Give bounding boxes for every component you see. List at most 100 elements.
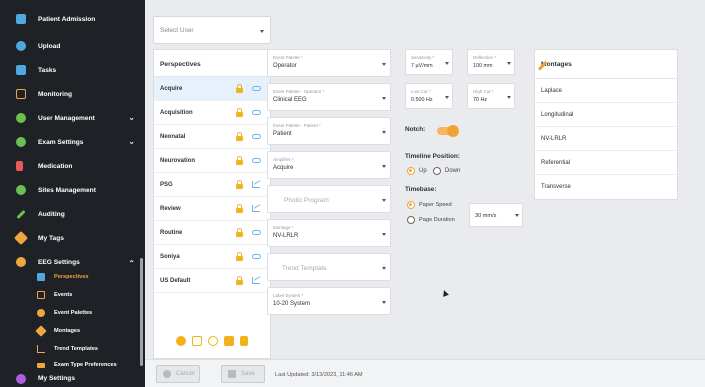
page-duration-radio[interactable] <box>407 216 415 224</box>
link-icon[interactable] <box>252 86 261 91</box>
sidebar-item-auditing[interactable]: Auditing <box>0 203 145 225</box>
perspective-row-routine[interactable]: Routine <box>154 221 270 245</box>
cancel-button[interactable]: Cancel <box>156 365 200 383</box>
chevron-down-icon: ⌄ <box>128 113 135 122</box>
sidebar-subitem-montages[interactable]: Montages <box>0 322 145 340</box>
montage-row-referential[interactable]: Referential <box>535 151 677 175</box>
sidebar-subitem-perspectives[interactable]: Perspectives <box>0 268 145 286</box>
montage-name: Longitudinal <box>541 112 574 118</box>
perspective-row-review[interactable]: Review <box>154 197 270 221</box>
caret-down-icon <box>382 267 386 270</box>
event-palette-operator-select[interactable]: Event Palette - Operator * Clinical EEG <box>267 83 391 111</box>
mouse-cursor <box>441 289 449 297</box>
montages-panel: Montages Laplace Longitudinal NV-LRLR Re… <box>534 49 678 200</box>
lock-icon[interactable] <box>236 252 243 261</box>
lock-icon[interactable] <box>236 108 243 117</box>
high-cut-select[interactable]: High Cut * 70 Hz <box>467 83 515 109</box>
perspective-row-acquisition[interactable]: Acquisition <box>154 101 270 125</box>
select-user-dropdown[interactable]: Select User <box>153 16 271 44</box>
perspective-name: Neonatal <box>160 134 186 140</box>
notch-toggle[interactable] <box>437 125 459 137</box>
caret-down-icon <box>382 233 386 236</box>
amplifier-value: Acquire <box>273 165 294 171</box>
share-icon[interactable] <box>208 336 218 346</box>
sidebar-item-monitoring[interactable]: Monitoring <box>0 83 145 105</box>
sidebar-item-upload[interactable]: Upload <box>0 35 145 57</box>
lock-icon[interactable] <box>236 156 243 165</box>
perspective-row-neurovation[interactable]: Neurovation <box>154 149 270 173</box>
sidebar-item-tasks[interactable]: Tasks <box>0 59 145 81</box>
sidebar-item-patient-admission[interactable]: Patient Admission <box>0 8 145 30</box>
sidebar-item-exam-settings[interactable]: Exam Settings ⌄ <box>0 131 145 153</box>
chart-icon[interactable] <box>252 205 260 212</box>
montage-select[interactable]: Montage * NV-LRLR <box>267 219 391 247</box>
perspective-row-acquire[interactable]: Acquire <box>154 77 270 101</box>
montage-row-transverse[interactable]: Transverse <box>535 175 677 199</box>
low-cut-select[interactable]: Low Cut * 0.500 Hz <box>405 83 453 109</box>
perspective-name: Neurovation <box>160 158 196 164</box>
event-palette-label: Event Palette * <box>273 55 303 60</box>
chart-icon[interactable] <box>252 277 260 284</box>
sensitivity-select[interactable]: Sensitivity * 7 µV/mm <box>405 49 453 75</box>
link-icon[interactable] <box>252 254 261 259</box>
perspectives-header: Perspectives <box>154 50 270 77</box>
events-icon <box>37 291 45 299</box>
perspective-row-soniya[interactable]: Soniya <box>154 245 270 269</box>
deflection-select[interactable]: Deflection * 100 mm <box>467 49 515 75</box>
event-palette-patient-select[interactable]: Event Palette - Patient * Patient <box>267 117 391 145</box>
tasks-icon <box>16 65 26 75</box>
amplifier-label: Amplifier * <box>273 157 294 162</box>
perspective-row-neonatal[interactable]: Neonatal <box>154 125 270 149</box>
sidebar-item-medication[interactable]: Medication <box>0 155 145 177</box>
perspective-row-us-default[interactable]: US Default <box>154 269 270 293</box>
chart-icon[interactable] <box>252 181 260 188</box>
link-icon[interactable] <box>252 230 261 235</box>
sidebar-scrollbar[interactable] <box>140 258 143 366</box>
paper-speed-select[interactable]: 30 mm/s <box>469 203 523 227</box>
cancel-icon <box>163 370 171 378</box>
link-icon[interactable] <box>252 158 261 163</box>
montage-row-laplace[interactable]: Laplace <box>535 79 677 103</box>
lock-icon[interactable] <box>224 336 234 346</box>
lock-icon[interactable] <box>236 228 243 237</box>
sidebar-item-my-tags[interactable]: My Tags <box>0 227 145 249</box>
amplifier-select[interactable]: Amplifier * Acquire <box>267 151 391 179</box>
trend-template-select[interactable]: Trend Template <box>267 253 391 281</box>
sidebar-subitem-events[interactable]: Events <box>0 286 145 304</box>
montage-row-nv-lrlr[interactable]: NV-LRLR <box>535 127 677 151</box>
palette-icon <box>37 309 45 317</box>
link-icon[interactable] <box>252 110 261 115</box>
lock-icon[interactable] <box>236 132 243 141</box>
paper-speed-radio[interactable] <box>407 201 415 209</box>
add-icon[interactable] <box>176 336 186 346</box>
save-button[interactable]: Save <box>221 365 265 383</box>
sidebar-item-label: Patient Admission <box>38 15 96 23</box>
timeline-up-radio[interactable] <box>407 167 415 175</box>
montage-row-longitudinal[interactable]: Longitudinal <box>535 103 677 127</box>
sidebar-item-user-management[interactable]: User Management ⌄ <box>0 107 145 129</box>
perspectives-toolbar <box>176 336 248 348</box>
lock-icon[interactable] <box>236 180 243 189</box>
copy-icon[interactable] <box>192 336 202 346</box>
lock-icon[interactable] <box>236 84 243 93</box>
lock-icon[interactable] <box>236 276 243 285</box>
sidebar-item-label: Upload <box>38 42 61 50</box>
timeline-down-label: Down <box>445 168 461 174</box>
sidebar-subitem-event-palettes[interactable]: Event Palettes <box>0 304 145 322</box>
delete-icon[interactable] <box>240 336 248 346</box>
photic-program-select[interactable]: Photic Program <box>267 185 391 213</box>
trend-template-placeholder: Trend Template <box>282 265 327 272</box>
photic-program-placeholder: Photic Program <box>284 197 329 204</box>
user-settings-icon <box>16 373 26 384</box>
high-cut-value: 70 Hz <box>473 97 488 103</box>
perspective-row-psg[interactable]: PSG <box>154 173 270 197</box>
event-palette-select[interactable]: Event Palette * Operator <box>267 49 391 77</box>
deflection-value: 100 mm <box>473 63 493 69</box>
timeline-down-radio[interactable] <box>433 167 441 175</box>
link-icon[interactable] <box>252 134 261 139</box>
sidebar-item-sites-management[interactable]: Sites Management <box>0 179 145 201</box>
last-updated-text: Last Updated: 3/13/2023, 11:46 AM <box>275 372 363 378</box>
label-system-select[interactable]: Label System * 10-20 System <box>267 287 391 315</box>
sidebar-item-my-settings[interactable]: My Settings <box>0 370 145 387</box>
lock-icon[interactable] <box>236 204 243 213</box>
